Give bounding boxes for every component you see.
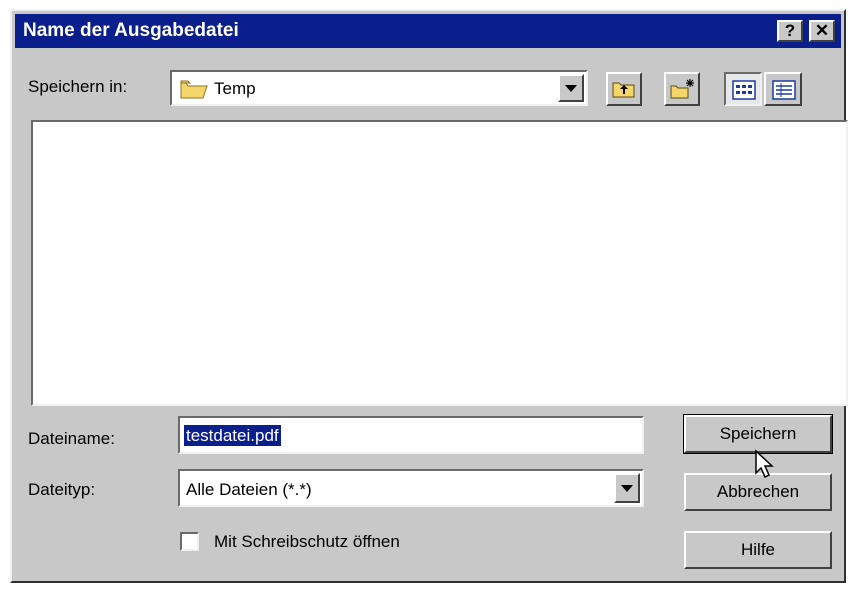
list-view-button[interactable] (724, 72, 762, 106)
close-button[interactable]: ✕ (809, 20, 835, 42)
up-folder-button[interactable] (606, 72, 642, 106)
filename-label: Dateiname: (28, 429, 115, 448)
title-bar[interactable]: Name der Ausgabedatei ? ✕ (15, 14, 841, 48)
list-view-icon (732, 80, 756, 105)
save-in-combo[interactable]: Temp (170, 70, 588, 106)
readonly-checkbox[interactable] (180, 532, 199, 551)
save-in-value: Temp (214, 79, 256, 98)
filetype-combo[interactable]: Alle Dateien (*.*) (178, 469, 644, 507)
help-title-button[interactable]: ? (777, 20, 803, 42)
save-in-label: Speichern in: (28, 77, 128, 96)
readonly-label[interactable]: Mit Schreibschutz öffnen (214, 532, 400, 552)
chevron-down-icon (621, 485, 633, 492)
details-view-button[interactable] (764, 72, 802, 106)
save-dialog: Name der Ausgabedatei ? ✕ Speichern in: … (10, 9, 848, 583)
new-folder-icon (670, 78, 696, 105)
filename-input[interactable]: testdatei.pdf (178, 416, 644, 454)
save-button[interactable]: Speichern (683, 414, 833, 454)
file-list[interactable] (31, 120, 848, 406)
new-folder-button[interactable] (664, 72, 700, 106)
filetype-value: Alle Dateien (*.*) (186, 480, 312, 499)
up-folder-icon (612, 79, 636, 104)
filetype-dropdown-button[interactable] (614, 473, 640, 503)
details-view-icon (772, 80, 796, 105)
mouse-cursor-icon (754, 449, 776, 484)
window-title: Name der Ausgabedatei (23, 20, 239, 41)
save-in-dropdown-button[interactable] (558, 74, 584, 102)
filetype-label: Dateityp: (28, 480, 96, 499)
folder-icon (180, 78, 208, 105)
chevron-down-icon (565, 85, 577, 92)
filename-value: testdatei.pdf (184, 425, 281, 446)
help-button[interactable]: Hilfe (684, 531, 832, 569)
